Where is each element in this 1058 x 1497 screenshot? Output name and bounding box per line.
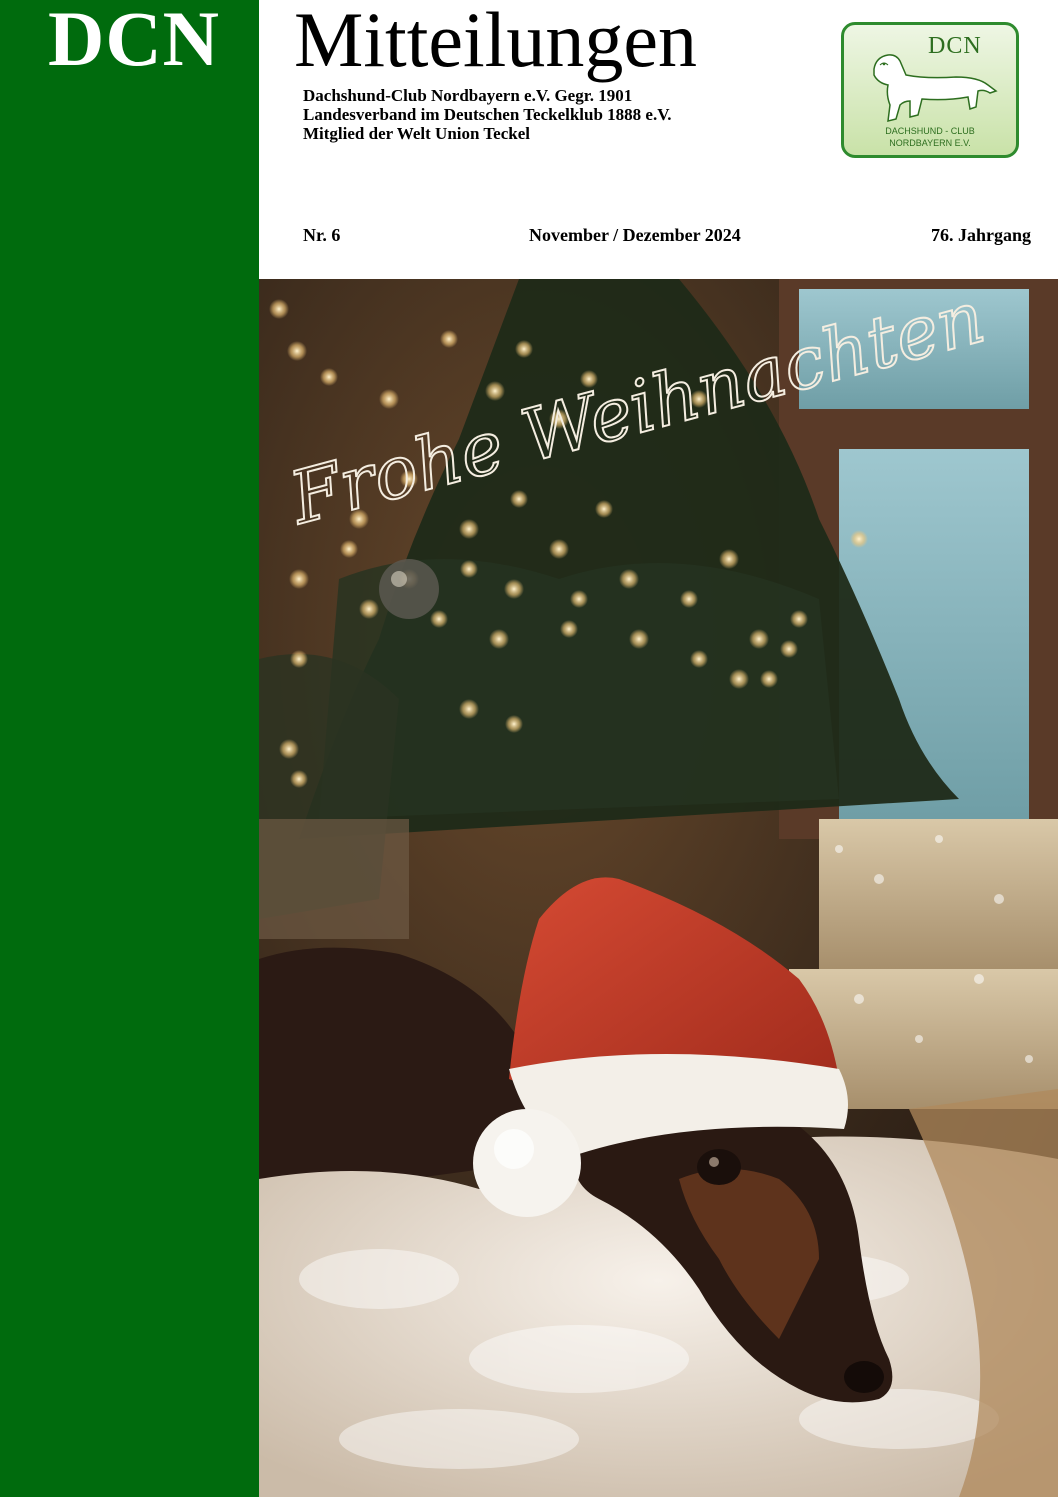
- issue-row: Nr. 6 November / Dezember 2024 76. Jahrg…: [303, 225, 1031, 247]
- issue-volume: 76. Jahrgang: [930, 225, 1031, 245]
- logo-text-line: DACHSHUND - CLUB: [885, 126, 975, 136]
- sidebar: DCN: [0, 0, 259, 1497]
- club-info-line: Mitglied der Welt Union Teckel: [303, 124, 530, 143]
- sidebar-title: DCN: [48, 0, 220, 82]
- club-info-line: Dachshund-Club Nordbayern e.V. Gegr. 190…: [303, 86, 633, 105]
- club-logo: DCN DACHSHUND - CLUB NORDBAYERN E.V.: [841, 22, 1019, 158]
- logo-text: DACHSHUND - CLUB NORDBAYERN E.V.: [844, 125, 1016, 149]
- christmas-dachshund-illustration: Frohe Weihnachten: [259, 279, 1058, 1497]
- issue-number: Nr. 6: [303, 225, 341, 245]
- issue-date: November / Dezember 2024: [529, 225, 741, 245]
- logo-initials: DCN: [928, 33, 982, 59]
- cover-photo: Frohe Weihnachten: [259, 279, 1058, 1497]
- club-info-line: Landesverband im Deutschen Teckelklub 18…: [303, 105, 672, 124]
- club-info: Dachshund-Club Nordbayern e.V. Gegr. 190…: [303, 86, 672, 143]
- logo-text-line: NORDBAYERN E.V.: [889, 138, 971, 148]
- masthead-title: Mitteilungen: [294, 0, 697, 83]
